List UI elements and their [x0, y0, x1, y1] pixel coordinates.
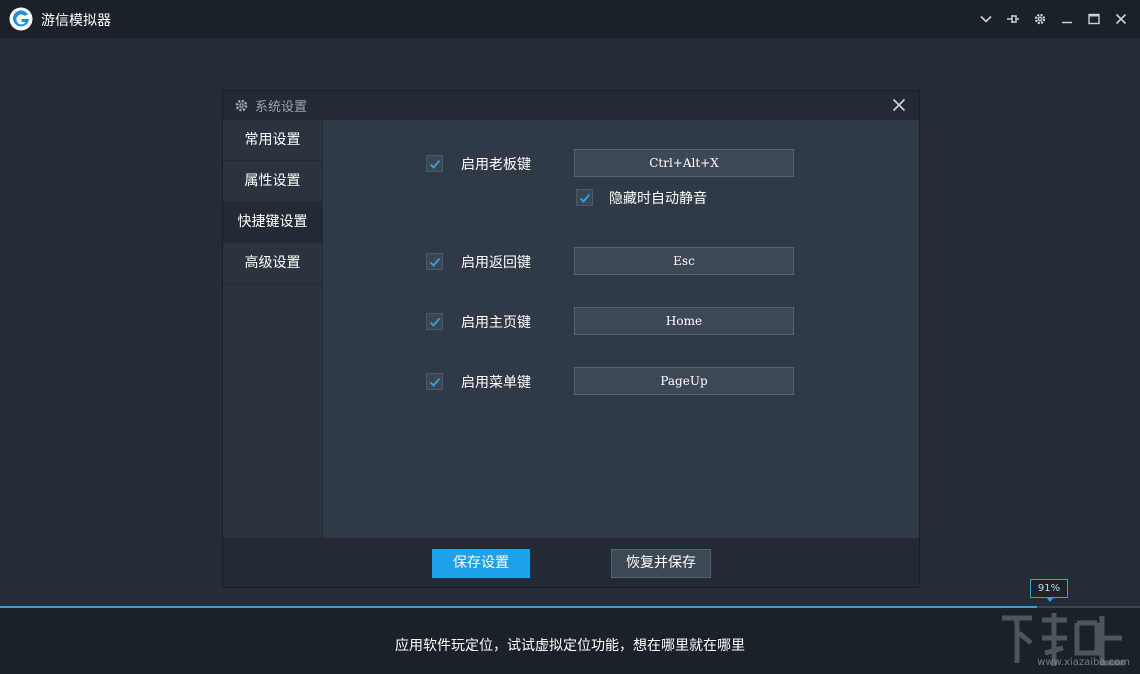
boss-key-label: 启用老板键	[461, 154, 531, 174]
sidebar-item-shortcuts[interactable]: 快捷键设置	[223, 202, 322, 243]
settings-dialog: 系统设置 常用设置 属性设置 快捷键设置 高级设置 启用老板键 Ctrl+Alt…	[222, 90, 920, 588]
back-key-label: 启用返回键	[461, 252, 531, 272]
bottom-tip-bar: 应用软件玩定位，试试虚拟定位功能，想在哪里就在哪里 www.xiazaiba.c…	[0, 608, 1140, 674]
app-logo-icon	[9, 7, 33, 31]
title-bar: 游信模拟器	[0, 0, 1140, 38]
settings-sidebar: 常用设置 属性设置 快捷键设置 高级设置	[223, 120, 323, 538]
shortcut-row-home-key: 启用主页键 Home	[324, 307, 919, 335]
checkmark-icon	[429, 376, 441, 388]
watermark-url: www.xiazaiba.com	[1037, 657, 1130, 668]
mute-option-row: 隐藏时自动静音	[324, 184, 919, 212]
sidebar-item-common[interactable]: 常用设置	[223, 120, 322, 161]
shortcut-settings-panel: 启用老板键 Ctrl+Alt+X 隐藏时自动静音 启用返回键 Esc 启用主页键…	[324, 120, 919, 538]
checkmark-icon	[429, 158, 441, 170]
shortcut-row-menu-key: 启用菜单键 PageUp	[324, 367, 919, 395]
shortcut-row-back-key: 启用返回键 Esc	[324, 247, 919, 275]
boss-key-checkbox[interactable]	[426, 155, 443, 172]
shortcut-row-boss-key: 启用老板键 Ctrl+Alt+X	[324, 149, 919, 177]
minimize-icon[interactable]	[1053, 6, 1080, 32]
pin-icon[interactable]	[999, 6, 1026, 32]
menu-key-checkbox[interactable]	[426, 373, 443, 390]
back-key-checkbox[interactable]	[426, 253, 443, 270]
restore-and-save-button[interactable]: 恢复并保存	[611, 549, 711, 578]
auto-mute-label: 隐藏时自动静音	[609, 188, 707, 208]
close-icon[interactable]	[891, 97, 907, 113]
back-key-input[interactable]: Esc	[574, 247, 794, 275]
checkmark-icon	[429, 256, 441, 268]
dropdown-icon[interactable]	[972, 6, 999, 32]
sidebar-item-advanced[interactable]: 高级设置	[223, 243, 322, 284]
home-key-input[interactable]: Home	[574, 307, 794, 335]
home-key-checkbox[interactable]	[426, 313, 443, 330]
close-icon[interactable]	[1107, 6, 1134, 32]
checkmark-icon	[579, 192, 591, 204]
maximize-icon[interactable]	[1080, 6, 1107, 32]
progress-percent-badge: 91%	[1030, 579, 1068, 598]
gear-icon	[234, 98, 249, 113]
menu-key-input[interactable]: PageUp	[574, 367, 794, 395]
dialog-footer: 保存设置 恢复并保存	[223, 538, 919, 587]
checkmark-icon	[429, 316, 441, 328]
menu-key-label: 启用菜单键	[461, 372, 531, 392]
boss-key-input[interactable]: Ctrl+Alt+X	[574, 149, 794, 177]
app-title: 游信模拟器	[41, 10, 111, 30]
window-controls	[972, 6, 1134, 32]
tip-text: 应用软件玩定位，试试虚拟定位功能，想在哪里就在哪里	[0, 635, 1140, 655]
auto-mute-checkbox[interactable]	[576, 189, 593, 206]
save-settings-button[interactable]: 保存设置	[432, 549, 530, 578]
dialog-header: 系统设置	[223, 91, 919, 120]
sidebar-item-properties[interactable]: 属性设置	[223, 161, 322, 202]
gear-icon[interactable]	[1026, 6, 1053, 32]
home-key-label: 启用主页键	[461, 312, 531, 332]
dialog-title: 系统设置	[255, 96, 307, 115]
